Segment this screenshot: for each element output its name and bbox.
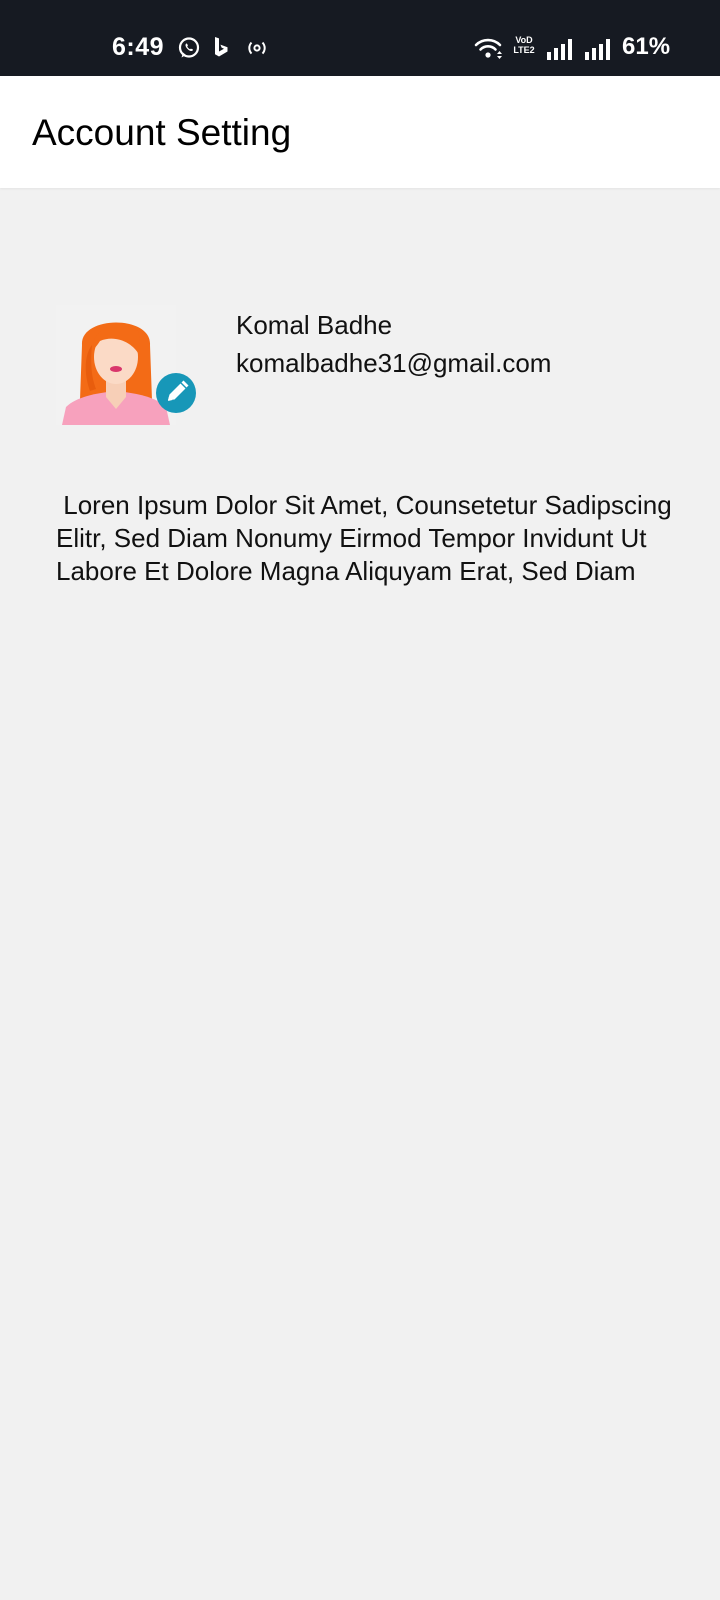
signal-icon <box>547 39 572 60</box>
volte-top-text: VoD <box>515 35 533 45</box>
profile-name: Komal Badhe <box>236 310 393 340</box>
wifi-icon <box>474 38 502 59</box>
volte-icon: VoD LTE2 <box>511 35 537 55</box>
profile-bio: Loren Ipsum Dolor Sit Amet, Counsetetur … <box>56 490 679 586</box>
hotspot-icon <box>248 41 266 55</box>
status-time: 6:49 <box>112 33 165 61</box>
bing-icon <box>215 37 228 57</box>
signal-icon <box>585 39 610 60</box>
status-bar: 6:49 VoD LTE2 61% <box>0 0 720 76</box>
page-title: Account Setting <box>32 112 292 153</box>
battery-percentage: 61% <box>622 33 671 60</box>
profile-email: komalbadhe31@gmail.com <box>236 348 552 378</box>
edit-avatar-button[interactable] <box>156 373 196 413</box>
pencil-icon <box>168 380 189 401</box>
whatsapp-icon <box>178 37 200 58</box>
profile-avatar-container <box>56 305 198 425</box>
volte-bottom-text: LTE2 <box>513 45 535 55</box>
app-bar: Account Setting <box>0 76 720 188</box>
